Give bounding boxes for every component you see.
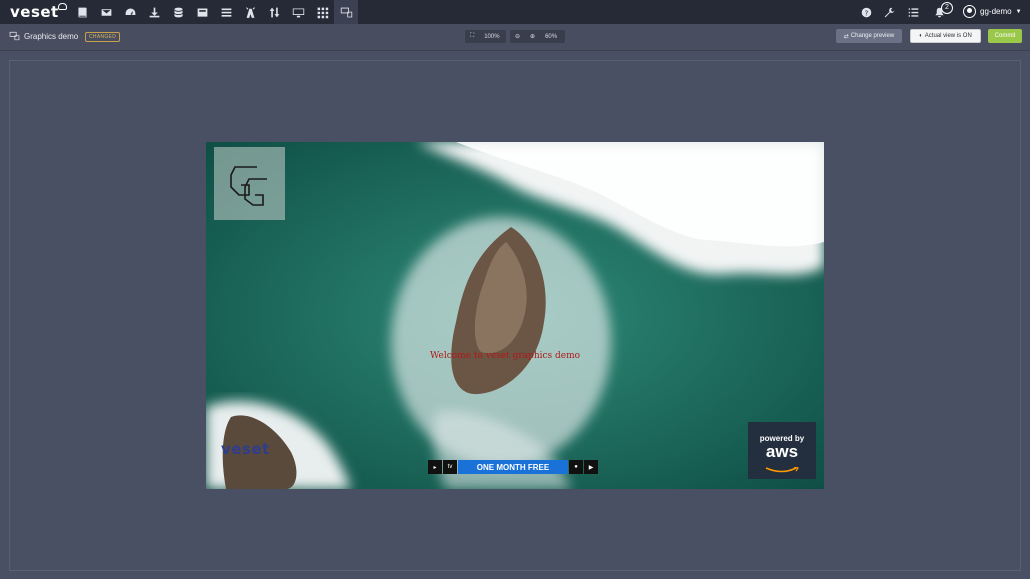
toggle-icon: ◐ [919,33,923,39]
promo-text: ONE MONTH FREE [458,460,568,474]
play-store-icon: ▶ [584,460,598,474]
status-badge: CHANGED [85,32,121,42]
fit-screen-icon[interactable]: ⛶ [465,33,479,40]
change-preview-label: Change preview [850,33,895,39]
list-icon[interactable] [214,0,238,24]
page-title: Graphics demo [9,31,78,41]
monitor-icon[interactable] [286,0,310,24]
zoom-in-icon[interactable]: ⊕ [525,33,540,40]
welcome-caption: Welcome to veset graphics demo [430,351,581,361]
wrench-icon[interactable] [883,0,895,24]
tray-icon[interactable] [190,0,214,24]
apple-icon: ● [569,460,583,474]
commit-label: Commit [994,33,1016,39]
gg-logo-watermark [214,147,285,220]
chevron-down-icon: ▼ [1015,8,1022,15]
grid-icon[interactable] [310,0,334,24]
fit-zoom-label[interactable]: 100% [479,34,504,40]
apple-tv-icon: ▸ [428,460,442,474]
zoom-out-icon[interactable]: ⊖ [510,33,525,40]
notifications-bell-icon[interactable]: 2 [932,0,953,24]
mail-icon[interactable] [94,0,118,24]
actual-view-toggle[interactable]: ◐ Actual view is ON [910,29,981,43]
page-title-text: Graphics demo [24,31,79,41]
zoom-level-label: 60% [545,33,558,40]
fit-zoom-group: ⛶ 100% [465,30,506,43]
promo-banner: ▸ tv ONE MONTH FREE ● ▶ [428,460,599,474]
veset-logo[interactable]: veset [10,3,67,21]
actual-view-label: Actual view is ON [924,33,972,39]
download-icon[interactable] [142,0,166,24]
book-icon[interactable] [70,0,94,24]
ocean-aerial-image [206,142,824,489]
user-menu[interactable]: gg-demo ▼ [963,5,1022,18]
notifications-count: 2 [941,2,953,14]
graphics-icon [9,31,20,41]
graphics-preview-icon[interactable] [334,0,358,24]
username: gg-demo [980,7,1012,16]
change-preview-button[interactable]: ⇄ Change preview [836,29,902,43]
tasks-icon[interactable] [907,0,919,24]
help-icon[interactable]: ? [860,0,872,24]
zoom-control-group: ⊖ ⊕ 60% [510,30,565,43]
sort-icon[interactable] [262,0,286,24]
tv-icon: tv [443,460,457,474]
top-navigation-bar: veset ? 2 gg-demo ▼ [0,0,1030,24]
logo-text: veset [10,3,59,21]
dashboard-icon[interactable] [118,0,142,24]
powered-by-aws-badge: powered by aws [748,422,816,479]
avatar [963,5,976,18]
aws-smile-icon [765,466,799,473]
commit-button[interactable]: Commit [988,29,1022,43]
aws-brand-text: aws [765,442,799,461]
antenna-icon[interactable] [238,0,262,24]
svg-text:?: ? [864,9,868,17]
veset-corner-logo: veset [221,440,270,458]
database-icon[interactable] [166,0,190,24]
video-preview: Welcome to veset graphics demo veset pow… [206,142,824,489]
shuffle-icon: ⇄ [843,33,849,40]
